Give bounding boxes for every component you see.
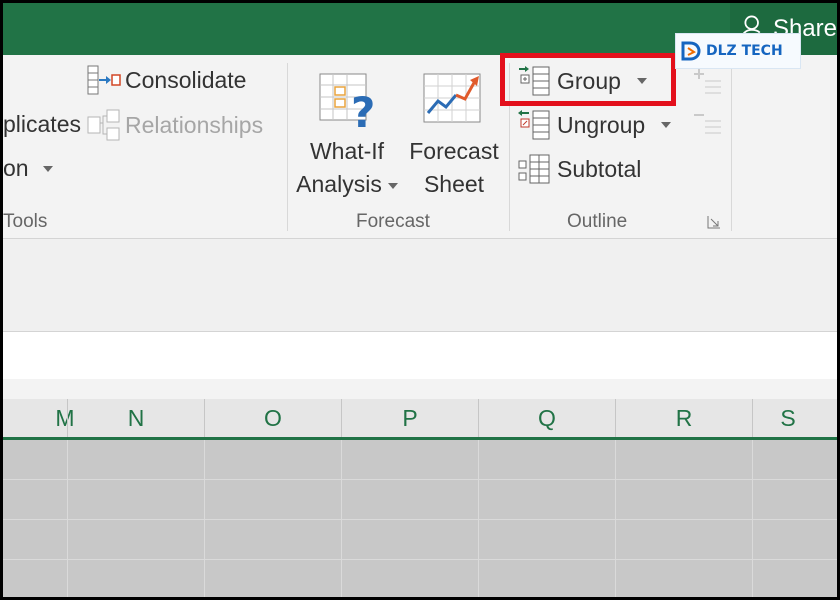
formula-bar[interactable]: [3, 331, 837, 380]
forecast-sheet-icon: [423, 73, 481, 123]
column-header[interactable]: M: [3, 399, 74, 437]
forecast-sheet-line1: Forecast: [409, 138, 499, 164]
watermark-text: DLZ TECH: [706, 43, 783, 59]
forecast-sheet-line2: Sheet: [423, 171, 485, 197]
what-if-line2: Analysis: [296, 171, 382, 197]
grid-line: [3, 479, 837, 480]
dialog-launcher-icon[interactable]: [707, 215, 721, 229]
cell-grid[interactable]: [3, 440, 837, 597]
data-validation-button[interactable]: on: [3, 155, 53, 182]
remove-duplicates-label: plicates: [3, 111, 81, 137]
data-tools-group-label: Tools: [3, 211, 48, 232]
group-separator: [287, 63, 288, 231]
ungroup-icon: [518, 110, 550, 140]
logo-icon: [681, 41, 701, 61]
remove-duplicates-button[interactable]: plicates: [3, 111, 81, 138]
chevron-down-icon: [661, 122, 672, 128]
hide-detail-icon[interactable]: [689, 109, 723, 139]
outline-group-label: Outline: [567, 211, 628, 232]
column-header[interactable]: O: [204, 399, 341, 437]
group-separator: [731, 63, 732, 231]
show-detail-icon[interactable]: [689, 67, 723, 95]
ungroup-label: Ungroup: [557, 111, 646, 138]
formula-gap: [3, 379, 837, 399]
column-header[interactable]: S: [752, 399, 837, 437]
relationships-button[interactable]: Relationships: [87, 109, 263, 141]
consolidate-label: Consolidate: [125, 66, 247, 93]
grid-line: [3, 559, 837, 560]
column-header[interactable]: N: [67, 399, 204, 437]
subtotal-icon: [518, 154, 550, 184]
grid-line: [3, 519, 837, 520]
column-header[interactable]: R: [615, 399, 752, 437]
forecast-group-label: Forecast: [356, 211, 430, 232]
ungroup-button[interactable]: Ungroup: [517, 109, 672, 141]
ribbon-collapsed-area: [3, 239, 837, 331]
svg-text:?: ?: [351, 88, 375, 131]
consolidate-icon: [87, 65, 121, 95]
chevron-down-icon: [42, 165, 53, 172]
subtotal-button[interactable]: Subtotal: [517, 153, 641, 185]
data-validation-label: on: [3, 155, 29, 181]
what-if-line1: What-If: [309, 138, 385, 164]
column-headers: M N O P Q R S: [3, 399, 837, 440]
watermark-logo: DLZ TECH: [675, 33, 801, 69]
what-if-analysis-icon: ?: [319, 73, 375, 131]
relationships-icon: [87, 109, 120, 141]
chevron-down-icon: [387, 182, 398, 189]
relationships-label: Relationships: [125, 111, 264, 138]
consolidate-button[interactable]: Consolidate: [87, 65, 246, 95]
column-header[interactable]: P: [341, 399, 478, 437]
excel-window: Share Consolidate plicates Relationships…: [3, 3, 837, 597]
column-header[interactable]: Q: [478, 399, 615, 437]
ribbon-data-tab: Consolidate plicates Relationships on To…: [3, 55, 837, 239]
subtotal-label: Subtotal: [557, 155, 642, 182]
group-button-highlight: [500, 53, 676, 106]
